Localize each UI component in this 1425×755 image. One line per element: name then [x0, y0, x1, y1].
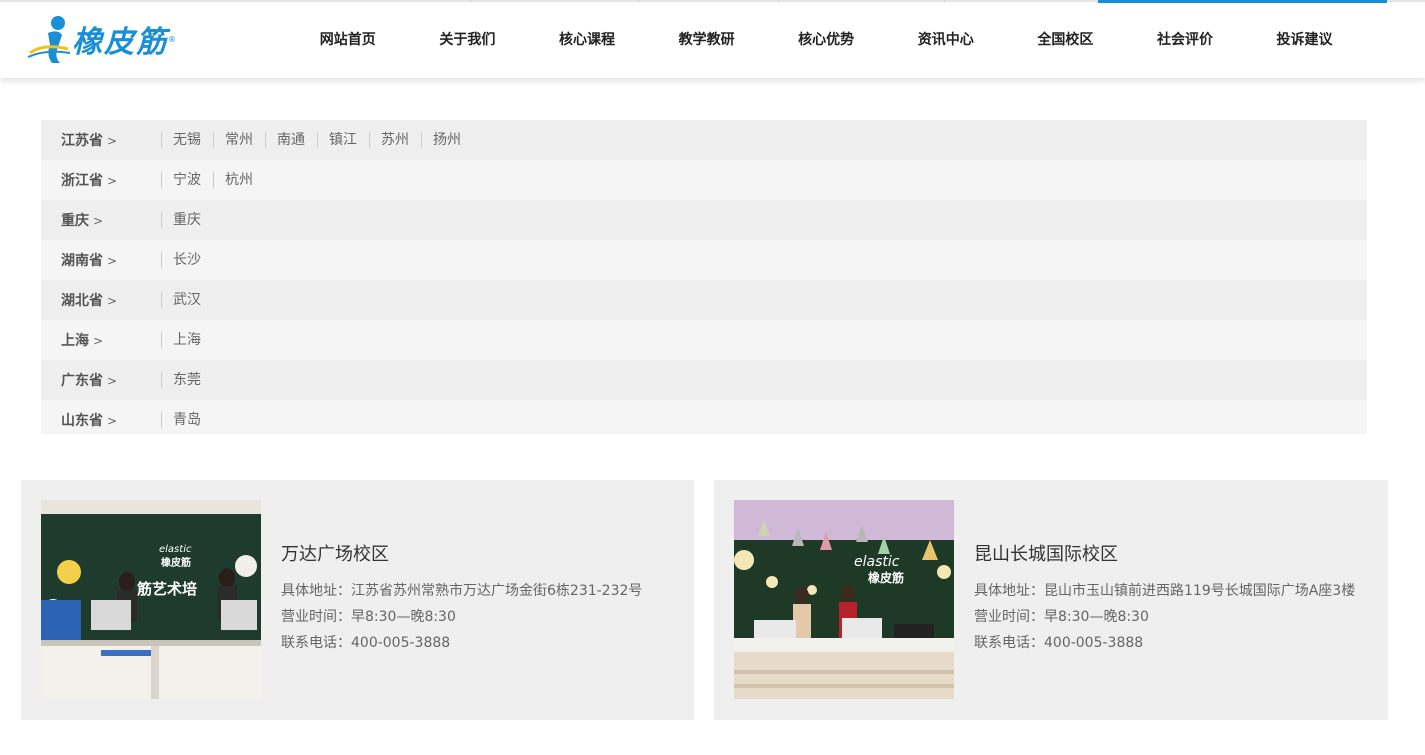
arrow-icon: >	[107, 414, 118, 428]
province-name: 湖南省	[61, 253, 103, 269]
province-label[interactable]: 广东省 >	[41, 370, 161, 390]
photo-sign: elastic	[854, 554, 900, 570]
city-link[interactable]: 苏州	[369, 132, 421, 148]
main-nav: 网站首页 关于我们 核心课程 教学教研 核心优势 资讯中心 全国校区 社会评价 …	[288, 3, 1364, 78]
city-list: 青岛	[161, 412, 213, 428]
province-label[interactable]: 湖北省 >	[41, 290, 161, 310]
province-label[interactable]: 上海 >	[41, 330, 161, 350]
province-name: 浙江省	[61, 173, 103, 189]
arrow-icon: >	[107, 174, 118, 188]
city-list: 上海	[161, 332, 213, 348]
nav-teaching[interactable]: 教学教研	[647, 3, 767, 78]
campus-phone: 联系电话：400-005-3888	[974, 635, 1144, 651]
region-row-shanghai: 上海 > 上海	[41, 320, 1367, 360]
city-link[interactable]: 常州	[213, 132, 265, 148]
arrow-icon: >	[93, 334, 104, 348]
region-row-hubei: 湖北省 > 武汉	[41, 280, 1367, 320]
arrow-icon: >	[107, 294, 118, 308]
province-label[interactable]: 重庆 >	[41, 210, 161, 230]
province-name: 山东省	[61, 413, 103, 429]
city-list: 无锡 常州 南通 镇江 苏州 扬州	[161, 132, 473, 148]
photo-sign-cn: 橡皮筋	[868, 570, 904, 585]
registered-mark: ®	[168, 34, 176, 44]
arrow-icon: >	[107, 254, 118, 268]
nav-reviews[interactable]: 社会评价	[1125, 3, 1245, 78]
campus-photo[interactable]: elastic 橡皮筋 筋艺术培	[41, 500, 261, 699]
province-name: 江苏省	[61, 133, 103, 149]
city-link[interactable]: 长沙	[161, 252, 213, 268]
province-label[interactable]: 山东省 >	[41, 410, 161, 430]
city-link[interactable]: 武汉	[161, 292, 213, 308]
campus-card-kunshan[interactable]: elastic 橡皮筋 昆山长城国际校区 具体地址：昆山市玉山镇前进西路119号…	[714, 480, 1388, 720]
campus-hours: 营业时间：早8:30—晚8:30	[281, 609, 456, 625]
nav-news[interactable]: 资讯中心	[886, 3, 1006, 78]
photo-sign: elastic	[159, 544, 192, 555]
nav-campuses[interactable]: 全国校区	[1006, 3, 1126, 78]
city-list: 重庆	[161, 212, 213, 228]
city-link[interactable]: 东莞	[161, 372, 213, 388]
province-name: 重庆	[61, 213, 89, 229]
nav-complaints[interactable]: 投诉建议	[1245, 3, 1365, 78]
top-border	[0, 0, 1425, 3]
city-list: 武汉	[161, 292, 213, 308]
campus-phone: 联系电话：400-005-3888	[281, 635, 451, 651]
campus-address: 具体地址：昆山市玉山镇前进西路119号长城国际广场A座3楼	[974, 583, 1356, 599]
province-label[interactable]: 江苏省 >	[41, 130, 161, 150]
province-label[interactable]: 湖南省 >	[41, 250, 161, 270]
nav-about[interactable]: 关于我们	[408, 3, 528, 78]
city-link[interactable]: 镇江	[317, 132, 369, 148]
campus-card-wanda[interactable]: elastic 橡皮筋 筋艺术培 万达广场校区 具体地址：江苏省苏州常熟市万达广…	[21, 480, 694, 720]
campus-name[interactable]: 万达广场校区	[281, 540, 642, 566]
campus-address: 具体地址：江苏省苏州常熟市万达广场金街6栋231-232号	[281, 583, 643, 599]
nav-home[interactable]: 网站首页	[288, 3, 408, 78]
city-link[interactable]: 南通	[265, 132, 317, 148]
city-link[interactable]: 扬州	[421, 132, 473, 148]
city-list: 宁波 杭州	[161, 172, 265, 188]
region-row-jiangsu: 江苏省 > 无锡 常州 南通 镇江 苏州 扬州	[41, 120, 1367, 160]
site-header: 橡皮筋 ® 网站首页 关于我们 核心课程 教学教研 核心优势 资讯中心 全国校区…	[0, 3, 1425, 78]
region-row-shandong: 山东省 > 青岛	[41, 400, 1367, 434]
city-link[interactable]: 上海	[161, 332, 213, 348]
province-label[interactable]: 浙江省 >	[41, 170, 161, 190]
city-link[interactable]: 无锡	[161, 132, 213, 148]
brand-logo[interactable]: 橡皮筋 ®	[24, 13, 204, 65]
nav-courses[interactable]: 核心课程	[527, 3, 647, 78]
arrow-icon: >	[107, 134, 118, 148]
arrow-icon: >	[93, 214, 104, 228]
city-link[interactable]: 青岛	[161, 412, 213, 428]
province-name: 湖北省	[61, 293, 103, 309]
photo-sign-cn: 橡皮筋	[161, 556, 191, 569]
arrow-icon: >	[107, 374, 118, 388]
region-row-guangdong: 广东省 > 东莞	[41, 360, 1367, 400]
campus-name[interactable]: 昆山长城国际校区	[974, 540, 1355, 566]
city-link[interactable]: 重庆	[161, 212, 213, 228]
campus-photo[interactable]: elastic 橡皮筋	[734, 500, 954, 699]
region-row-chongqing: 重庆 > 重庆	[41, 200, 1367, 240]
city-list: 东莞	[161, 372, 213, 388]
logo-text: 橡皮筋	[72, 25, 168, 60]
nav-advantages[interactable]: 核心优势	[766, 3, 886, 78]
campus-hours: 营业时间：早8:30—晚8:30	[974, 609, 1149, 625]
region-row-zhejiang: 浙江省 > 宁波 杭州	[41, 160, 1367, 200]
region-row-hunan: 湖南省 > 长沙	[41, 240, 1367, 280]
region-selector: 江苏省 > 无锡 常州 南通 镇江 苏州 扬州 浙江省 > 宁波 杭州 重庆 > 重庆…	[41, 120, 1367, 434]
province-name: 广东省	[61, 373, 103, 389]
province-name: 上海	[61, 333, 89, 349]
campus-info: 昆山长城国际校区 具体地址：昆山市玉山镇前进西路119号长城国际广场A座3楼 营…	[974, 540, 1355, 656]
city-link[interactable]: 杭州	[213, 172, 265, 188]
city-link[interactable]: 宁波	[161, 172, 213, 188]
city-list: 长沙	[161, 252, 213, 268]
photo-wall-text: 筋艺术培	[136, 580, 197, 598]
campus-info: 万达广场校区 具体地址：江苏省苏州常熟市万达广场金街6栋231-232号 营业时…	[281, 540, 642, 656]
runner-logo-icon	[27, 16, 71, 63]
